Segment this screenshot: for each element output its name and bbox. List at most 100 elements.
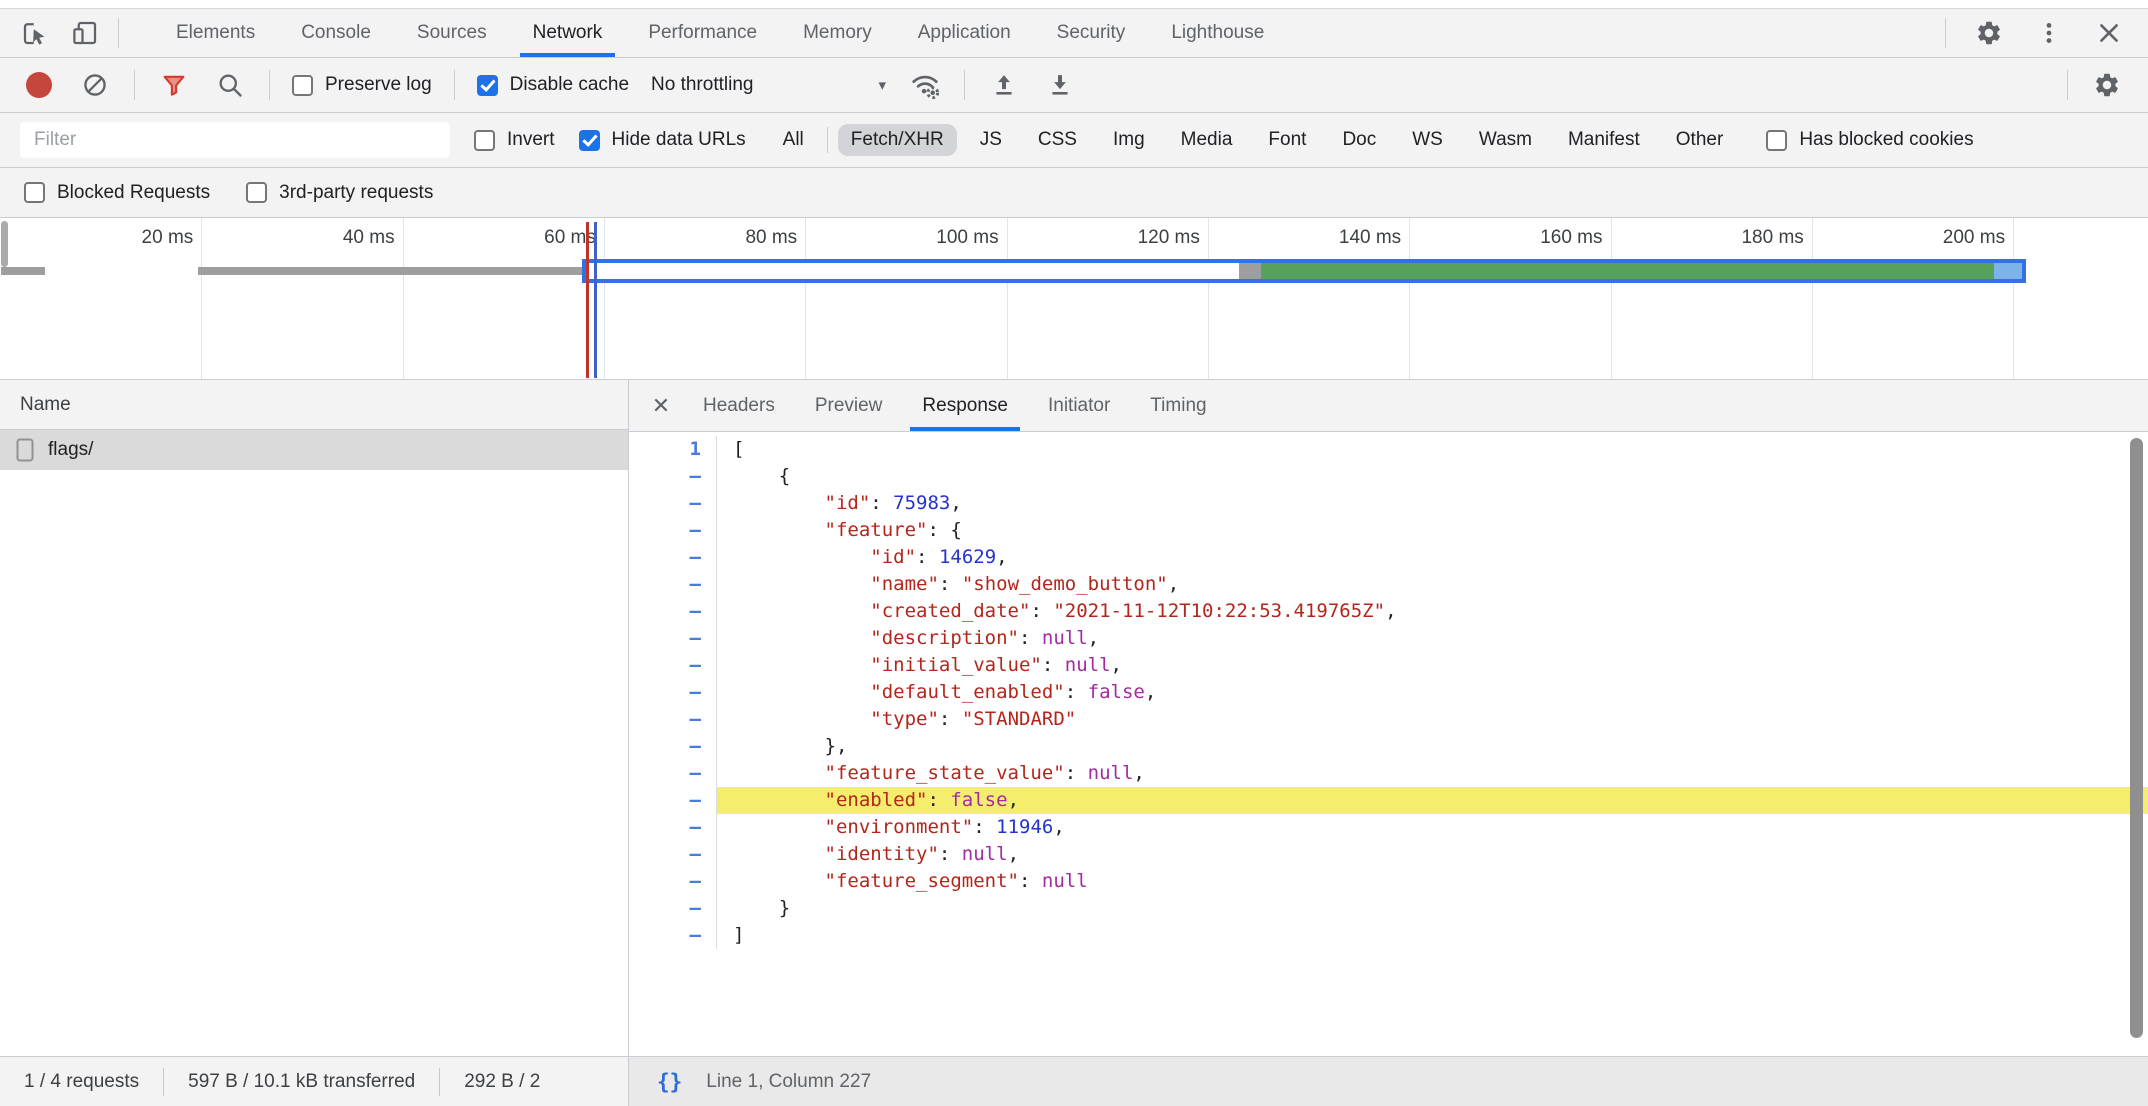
requests-summary-bar: 1 / 4 requests597 B / 10.1 kB transferre… — [0, 1056, 628, 1106]
third-party-requests-checkbox[interactable]: 3rd-party requests — [246, 182, 433, 204]
network-overview-timeline[interactable]: 20 ms40 ms60 ms80 ms100 ms120 ms140 ms16… — [0, 218, 2148, 380]
details-tab-preview[interactable]: Preview — [795, 380, 903, 431]
checkbox-icon[interactable] — [292, 75, 313, 96]
filter-type-wasm[interactable]: Wasm — [1466, 124, 1545, 156]
format-pretty-print-icon[interactable]: {} — [657, 1070, 682, 1094]
record-network-log-button[interactable] — [22, 68, 56, 102]
fold-marker-icon[interactable]: – — [629, 895, 717, 922]
fold-marker-icon[interactable]: – — [629, 571, 717, 598]
filter-type-fetch-xhr[interactable]: Fetch/XHR — [838, 124, 957, 156]
filter-type-media[interactable]: Media — [1168, 124, 1246, 156]
settings-gear-icon[interactable] — [1972, 16, 2006, 50]
blocked-requests-checkbox[interactable]: Blocked Requests — [24, 182, 210, 204]
request-row-flags[interactable]: flags/ — [0, 430, 628, 470]
filter-input[interactable] — [20, 122, 450, 158]
tab-memory[interactable]: Memory — [780, 9, 895, 57]
code-text: { — [717, 463, 2148, 490]
code-text: "description": null, — [717, 625, 2148, 652]
column-header-name[interactable]: Name — [0, 380, 628, 430]
tab-elements[interactable]: Elements — [153, 9, 278, 57]
response-scrollbar-thumb[interactable] — [2130, 438, 2143, 1038]
hide-data-urls-label: Hide data URLs — [612, 129, 746, 151]
checkbox-icon[interactable] — [579, 130, 600, 151]
fold-marker-icon[interactable]: – — [629, 868, 717, 895]
close-devtools-icon[interactable] — [2092, 16, 2126, 50]
checkbox-icon[interactable] — [1766, 130, 1787, 151]
filter-type-other[interactable]: Other — [1663, 124, 1737, 156]
response-line: – } — [629, 895, 2148, 922]
response-body-viewer[interactable]: 1[– {– "id": 75983,– "feature": {– "id":… — [629, 432, 2148, 1056]
fold-marker-icon[interactable]: – — [629, 679, 717, 706]
checkbox-icon[interactable] — [246, 182, 267, 203]
device-toolbar-icon[interactable] — [68, 16, 102, 50]
status-text: 597 B / 10.1 kB transferred — [164, 1071, 439, 1093]
hide-data-urls-checkbox[interactable]: Hide data URLs — [579, 129, 746, 151]
tab-application[interactable]: Application — [895, 9, 1034, 57]
fold-marker-icon[interactable]: – — [629, 706, 717, 733]
fold-marker-icon[interactable]: – — [629, 544, 717, 571]
throttling-select[interactable]: No throttling ▾ — [651, 74, 886, 96]
disable-cache-checkbox[interactable]: Disable cache — [477, 74, 629, 96]
timeline-tick-label: 80 ms — [655, 227, 797, 249]
network-settings-gear-icon[interactable] — [2090, 68, 2124, 102]
details-tab-response[interactable]: Response — [902, 380, 1028, 431]
fold-marker-icon[interactable]: – — [629, 814, 717, 841]
fold-marker-icon[interactable]: – — [629, 733, 717, 760]
filter-type-font[interactable]: Font — [1255, 124, 1319, 156]
filter-type-img[interactable]: Img — [1100, 124, 1158, 156]
code-text: [ — [717, 436, 2148, 463]
search-icon[interactable] — [213, 68, 247, 102]
main-tabs: ElementsConsoleSourcesNetworkPerformance… — [153, 9, 1287, 57]
throttling-value: No throttling — [651, 74, 753, 96]
fold-marker-icon[interactable]: – — [629, 517, 717, 544]
bar-segment-green — [1261, 263, 1994, 279]
filter-type-js[interactable]: JS — [967, 124, 1015, 156]
preserve-log-checkbox[interactable]: Preserve log — [292, 74, 432, 96]
close-details-icon[interactable]: ✕ — [639, 380, 683, 431]
checkbox-icon[interactable] — [474, 130, 495, 151]
filter-type-css[interactable]: CSS — [1025, 124, 1090, 156]
code-text: "initial_value": null, — [717, 652, 2148, 679]
tab-console[interactable]: Console — [278, 9, 394, 57]
fold-marker-icon[interactable]: – — [629, 760, 717, 787]
checkbox-icon[interactable] — [477, 75, 498, 96]
response-line: – "feature": { — [629, 517, 2148, 544]
filter-toggle-button[interactable] — [157, 68, 191, 102]
timeline-gridline — [1409, 218, 1410, 379]
fold-marker-icon[interactable]: – — [629, 841, 717, 868]
tab-sources[interactable]: Sources — [394, 9, 510, 57]
filter-type-doc[interactable]: Doc — [1329, 124, 1389, 156]
fold-marker-icon[interactable]: – — [629, 598, 717, 625]
export-har-icon[interactable] — [1043, 68, 1077, 102]
inspect-element-icon[interactable] — [18, 16, 52, 50]
details-tab-headers[interactable]: Headers — [683, 380, 795, 431]
fold-marker-icon[interactable]: – — [629, 490, 717, 517]
checkbox-icon[interactable] — [24, 182, 45, 203]
selected-request-bar[interactable] — [582, 259, 2026, 283]
fold-marker-icon[interactable]: – — [629, 625, 717, 652]
invert-checkbox[interactable]: Invert — [474, 129, 555, 151]
filter-type-ws[interactable]: WS — [1399, 124, 1456, 156]
filter-type-all[interactable]: All — [770, 124, 817, 156]
tab-performance[interactable]: Performance — [625, 9, 780, 57]
has-blocked-cookies-checkbox[interactable]: Has blocked cookies — [1766, 129, 1973, 151]
overview-scrollbar-thumb[interactable] — [1, 221, 8, 267]
tab-security[interactable]: Security — [1034, 9, 1149, 57]
details-tab-timing[interactable]: Timing — [1130, 380, 1226, 431]
fold-marker-icon[interactable]: – — [629, 922, 717, 949]
more-options-icon[interactable] — [2032, 16, 2066, 50]
request-timing-bar[interactable] — [1, 267, 45, 275]
response-line: – "created_date": "2021-11-12T10:22:53.4… — [629, 598, 2148, 625]
fold-marker-icon[interactable]: – — [629, 652, 717, 679]
filter-type-manifest[interactable]: Manifest — [1555, 124, 1653, 156]
import-har-icon[interactable] — [987, 68, 1021, 102]
tab-network[interactable]: Network — [510, 9, 626, 57]
divider — [827, 127, 828, 153]
fold-marker-icon[interactable]: – — [629, 463, 717, 490]
tabbar-right-icons — [1945, 16, 2148, 50]
details-tab-initiator[interactable]: Initiator — [1028, 380, 1130, 431]
network-conditions-icon[interactable] — [908, 68, 942, 102]
tab-lighthouse[interactable]: Lighthouse — [1148, 9, 1287, 57]
fold-marker-icon[interactable]: – — [629, 787, 717, 814]
clear-network-log-button[interactable] — [78, 68, 112, 102]
